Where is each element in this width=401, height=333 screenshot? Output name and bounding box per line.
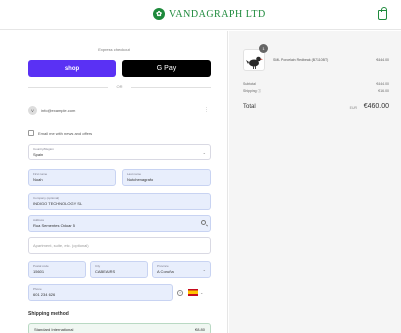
shipping-value: €16.00 (378, 89, 389, 93)
shipping-method-title: Shipping method (28, 311, 69, 317)
or-label: OR (116, 84, 123, 89)
shop-pay-button[interactable]: shop (28, 60, 116, 77)
phone-label: Phone (33, 287, 42, 291)
province-select[interactable]: Province A Coruña ⌄ (152, 261, 211, 278)
country-value: Spain (33, 152, 44, 157)
address-value: Rua Sementes Odoar 5 (33, 223, 76, 228)
postal-code-field[interactable]: Postal code 15601 (28, 261, 86, 278)
apartment-field[interactable]: Apartment, suite, etc. (optional) (28, 237, 211, 254)
brand-logo[interactable]: ✿ VANDAGRAPH LTD (153, 8, 266, 20)
chevron-down-icon: ⌄ (202, 267, 206, 272)
newsletter-checkbox[interactable] (28, 130, 34, 136)
address-label: Address (33, 218, 45, 222)
company-field[interactable]: Company (optional) INDIGO TECHNOLOGY SL (28, 193, 211, 210)
total-value: €460.00 (363, 103, 389, 110)
last-name-field[interactable]: Last name Nutchenagrafo (122, 169, 211, 186)
subtotal-row: Subtotal €444.00 (243, 82, 389, 86)
last-name-value: Nutchenagrafo (127, 177, 154, 182)
spain-flag-icon (188, 289, 198, 296)
avatar: V (28, 106, 37, 115)
shipping-label: Shipping ⓘ (243, 89, 262, 93)
total-label: Total (243, 104, 256, 110)
city-label: City (95, 264, 101, 268)
company-label: Company (optional) (33, 196, 60, 200)
apartment-placeholder: Apartment, suite, etc. (optional) (33, 243, 89, 248)
first-name-field[interactable]: First name Noah (28, 169, 116, 186)
city-value: CABEAIRS (95, 269, 116, 274)
search-icon (201, 220, 206, 225)
chevron-down-icon: ⌄ (200, 290, 204, 295)
subtotal-label: Subtotal (243, 82, 256, 86)
brand-name: VANDAGRAPH LTD (169, 8, 266, 20)
shipping-row: Shipping ⓘ €16.00 (243, 89, 389, 94)
more-vertical-icon[interactable]: ⋮ (204, 107, 209, 113)
country-label: Country/Region (33, 147, 54, 151)
express-checkout-title: Express checkout (98, 47, 130, 52)
quantity-badge: 1 (259, 44, 268, 53)
shipping-option-price: €8.80 (194, 327, 205, 332)
phone-field[interactable]: Phone 601 234 626 (28, 284, 173, 301)
checkout-form: Express checkout shop G Pay OR V info@ex… (0, 31, 228, 333)
currency-code: EUR (349, 106, 357, 110)
phone-country-picker[interactable]: ? ⌄ (177, 289, 203, 296)
country-select[interactable]: Country/Region Spain ⌄ (28, 144, 211, 160)
shipping-option[interactable]: Standard International €8.80 (28, 323, 211, 333)
postal-code-value: 15601 (33, 269, 45, 274)
or-divider: OR (28, 84, 211, 90)
newsletter-label: Email me with news and offers (38, 130, 93, 136)
province-value: A Coruña (157, 269, 174, 274)
product-name: SML Porcelain Redbeak (B7110BT) (273, 58, 329, 62)
order-summary: 1 SML Porcelain Redbeak (B7110BT) €444.0… (229, 31, 401, 333)
bird-figurine-icon (246, 56, 263, 69)
postal-code-label: Postal code (33, 264, 49, 268)
address-field[interactable]: Address Rua Sementes Odoar 5 (28, 215, 211, 232)
product-price: €444.00 (376, 58, 389, 62)
account-row: V info@example.com ⋮ (28, 105, 211, 116)
google-pay-button[interactable]: G Pay (122, 60, 211, 77)
company-value: INDIGO TECHNOLOGY SL (33, 201, 83, 206)
help-icon[interactable]: ? (177, 289, 183, 296)
first-name-value: Noah (33, 177, 43, 182)
newsletter-option[interactable]: Email me with news and offers (28, 130, 92, 136)
shipping-option-name: Standard International (34, 327, 74, 332)
header: ✿ VANDAGRAPH LTD (0, 0, 401, 30)
account-email: info@example.com (41, 108, 76, 113)
phone-value: 601 234 626 (33, 292, 56, 297)
first-name-label: First name (33, 172, 48, 176)
chevron-down-icon: ⌄ (202, 150, 206, 155)
subtotal-value: €444.00 (376, 82, 389, 86)
city-field[interactable]: City CABEAIRS (90, 261, 148, 278)
province-label: Province (157, 264, 169, 268)
shopping-bag-icon[interactable] (378, 7, 387, 20)
last-name-label: Last name (127, 172, 142, 176)
leaf-logo-icon: ✿ (153, 8, 165, 20)
